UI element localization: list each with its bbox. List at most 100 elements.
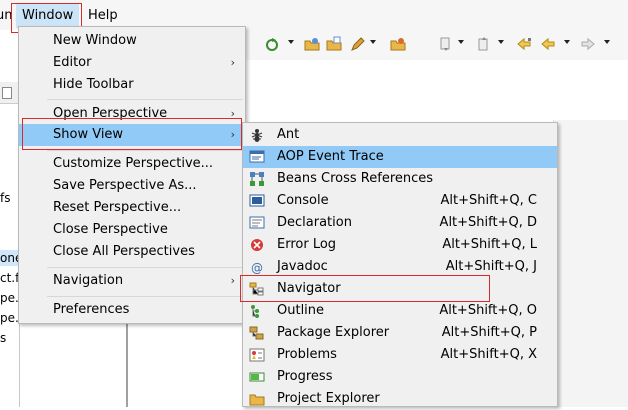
view-item-label: Declaration (277, 215, 352, 230)
menu-item-customize-perspective[interactable]: Customize Perspective... (19, 153, 245, 175)
submenu-arrow-icon: › (230, 56, 235, 69)
show-view-submenu: Ant AOP Event Trace Beans Cross Referenc… (242, 122, 558, 407)
chevron-down-icon[interactable] (288, 40, 294, 44)
view-item-javadoc[interactable]: @ Javadoc Alt+Shift+Q, J (243, 256, 557, 278)
forward-icon[interactable] (580, 36, 596, 52)
back-icon[interactable] (540, 36, 556, 52)
view-item-label: Progress (277, 369, 333, 384)
view-item-aop-event-trace[interactable]: AOP Event Trace (243, 146, 557, 168)
ant-icon (249, 127, 265, 143)
navigator-icon (249, 281, 265, 297)
view-item-label: Outline (277, 303, 325, 318)
tree-item-fragment[interactable]: fs (0, 190, 20, 206)
chevron-down-icon[interactable] (564, 40, 570, 44)
menu-item-close-all-perspectives[interactable]: Close All Perspectives (19, 241, 245, 263)
view-item-shortcut: Alt+Shift+Q, J (445, 259, 537, 274)
menu-item-label: Open Perspective (53, 106, 168, 121)
svg-text:@: @ (251, 261, 263, 275)
menu-item-editor[interactable]: Editor › (19, 52, 245, 74)
view-item-beans-cross-references[interactable]: Beans Cross References (243, 168, 557, 190)
view-item-label: Console (277, 193, 329, 208)
tree-item-fragment[interactable]: ct.fa (0, 270, 20, 286)
menu-item-label: Preferences (53, 302, 130, 317)
view-item-problems[interactable]: Problems Alt+Shift+Q, X (243, 344, 557, 366)
view-item-label: Package Explorer (277, 325, 390, 340)
project-explorer-icon (249, 391, 265, 407)
view-item-navigator[interactable]: Navigator (243, 278, 557, 300)
package-explorer-icon (249, 325, 265, 341)
tree-item-fragment-selected[interactable]: one (0, 250, 20, 266)
view-item-shortcut: Alt+Shift+Q, C (440, 193, 537, 208)
menu-item-label: Hide Toolbar (53, 77, 134, 92)
menu-item-preferences[interactable]: Preferences (19, 299, 245, 321)
submenu-arrow-icon: › (230, 128, 235, 141)
chevron-down-icon[interactable] (458, 40, 464, 44)
tree-item-fragment[interactable]: pe.n (0, 310, 20, 326)
view-item-declaration[interactable]: Declaration Alt+Shift+Q, D (243, 212, 557, 234)
menu-separator (47, 267, 243, 268)
menu-window[interactable]: Window (16, 4, 80, 28)
prev-annotation-icon[interactable] (476, 36, 492, 52)
last-edit-icon[interactable] (516, 36, 532, 52)
menu-item-navigation[interactable]: Navigation › (19, 270, 245, 292)
open-folder-icon[interactable] (304, 36, 320, 52)
view-item-outline[interactable]: Outline Alt+Shift+Q, O (243, 300, 557, 322)
menu-item-label: Navigation (53, 273, 124, 288)
left-panel-tabbar (0, 82, 20, 104)
menu-help[interactable]: Help (82, 4, 124, 28)
menu-item-reset-perspective[interactable]: Reset Perspective... (19, 197, 245, 219)
tree-item-fragment[interactable]: s (0, 330, 20, 346)
menu-item-label: Close Perspective (53, 222, 168, 237)
outline-icon (249, 303, 265, 319)
view-item-label: AOP Event Trace (277, 149, 384, 164)
toolbar (246, 30, 628, 60)
menu-item-label: Show View (53, 127, 124, 142)
progress-icon (249, 369, 265, 385)
file-icon (2, 87, 12, 99)
beans-cross-references-icon (249, 171, 265, 187)
menu-item-close-perspective[interactable]: Close Perspective (19, 219, 245, 241)
declaration-icon (249, 215, 265, 231)
view-item-label: Navigator (277, 281, 341, 296)
pen-icon[interactable] (350, 36, 366, 52)
view-item-error-log[interactable]: Error Log Alt+Shift+Q, L (243, 234, 557, 256)
menu-item-label: Editor (53, 55, 92, 70)
menu-item-label: Customize Perspective... (53, 156, 214, 171)
chevron-down-icon[interactable] (498, 40, 504, 44)
view-item-shortcut: Alt+Shift+Q, D (439, 215, 537, 230)
open-file-icon[interactable] (326, 36, 342, 52)
error-log-icon (249, 237, 265, 253)
view-item-label: Error Log (277, 237, 337, 252)
menu-item-hide-toolbar[interactable]: Hide Toolbar (19, 74, 245, 96)
view-item-shortcut: Alt+Shift+Q, O (439, 303, 537, 318)
view-item-shortcut: Alt+Shift+Q, X (440, 347, 537, 362)
next-annotation-icon[interactable] (438, 36, 454, 52)
view-item-label: Javadoc (277, 259, 328, 274)
view-item-label: Problems (277, 347, 337, 362)
view-item-ant[interactable]: Ant (243, 124, 557, 146)
view-item-package-explorer[interactable]: Package Explorer Alt+Shift+Q, P (243, 322, 557, 344)
tree-item-fragment[interactable]: pe.c (0, 290, 20, 306)
menu-item-label: Save Perspective As... (53, 178, 197, 193)
chevron-down-icon[interactable] (370, 40, 376, 44)
menu-item-open-perspective[interactable]: Open Perspective › (19, 103, 245, 125)
menu-item-save-perspective-as[interactable]: Save Perspective As... (19, 175, 245, 197)
menu-item-label: New Window (53, 33, 137, 48)
menu-separator (47, 150, 243, 151)
open-folder-icon[interactable] (390, 36, 406, 52)
menu-item-new-window[interactable]: New Window (19, 30, 245, 52)
view-item-progress[interactable]: Progress (243, 366, 557, 388)
view-item-shortcut: Alt+Shift+Q, P (441, 325, 537, 340)
refresh-run-icon[interactable] (264, 36, 280, 52)
submenu-arrow-icon: › (230, 274, 235, 287)
menu-item-show-view[interactable]: Show View › (19, 124, 245, 146)
menu-separator (47, 296, 243, 297)
chevron-down-icon[interactable] (604, 40, 610, 44)
view-item-label: Ant (277, 127, 300, 142)
right-panel (553, 120, 628, 407)
view-item-console[interactable]: Console Alt+Shift+Q, C (243, 190, 557, 212)
menu-item-label: Reset Perspective... (53, 200, 182, 215)
window-menu: New Window Editor › Hide Toolbar Open Per… (18, 26, 246, 324)
console-icon (249, 193, 265, 209)
javadoc-icon: @ (249, 259, 265, 275)
